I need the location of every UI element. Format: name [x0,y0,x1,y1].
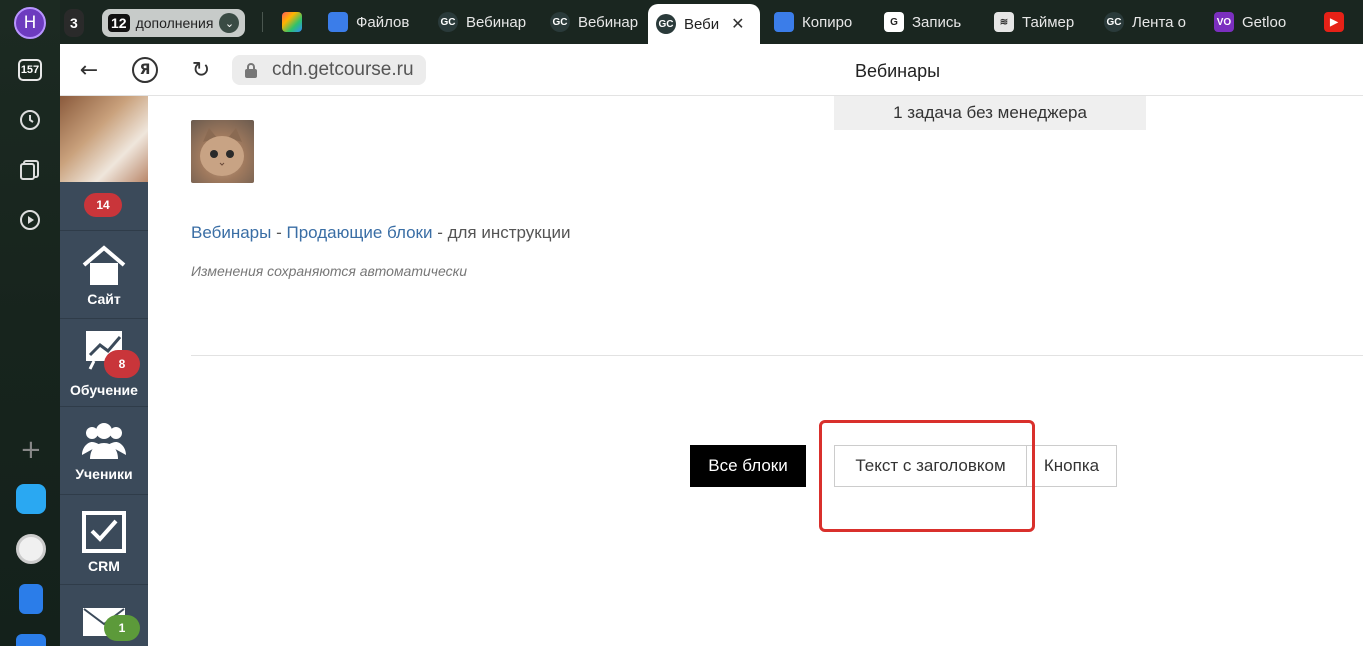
gc-sidebar: 14 Сайт 8 Обучение Ученики CRM 1 [60,96,148,646]
tab-group-a-count: 3 [70,15,78,31]
main-content: 1 задача без менеджера Вебинары - Продаю… [148,96,1363,646]
sidebar-item-crm[interactable]: CRM [60,494,148,584]
sidebar-item-label: Сайт [87,291,121,307]
breadcrumb-separator: - [432,223,448,242]
collections-icon[interactable] [18,158,42,182]
tab-label: Запись [912,13,962,31]
vo-icon: VO [1214,12,1234,32]
youtube-icon: ▶ [1324,12,1344,32]
tab-group-extensions[interactable]: 12 дополнения ⌄ [102,9,246,37]
breadcrumb: Вебинары - Продающие блоки - для инструк… [191,223,570,243]
gc-icon: GC [1104,12,1124,32]
profile-avatar[interactable]: Н [14,7,46,39]
sidebar-item-site[interactable]: Сайт [60,230,148,318]
tab-label: Лента о [1132,13,1187,31]
tab-8[interactable]: GC Лента о [1096,4,1200,40]
tab-separator [262,12,263,32]
tab-label: Файлов [356,13,410,31]
breadcrumb-link-webinars[interactable]: Вебинары [191,223,271,242]
home-icon [82,245,126,285]
tab-label: Getloo [1242,13,1287,31]
url-text: cdn.getcourse.ru [272,59,414,80]
sidebar-item-messages[interactable]: 1 [60,584,148,646]
tab-7[interactable]: ≋ Таймер [986,4,1090,40]
breadcrumb-link-selling-blocks[interactable]: Продающие блоки [286,223,432,242]
docs-icon [774,12,794,32]
app-icon-partial[interactable] [16,634,46,646]
breadcrumb-separator: - [271,223,287,242]
messages-badge: 1 [104,615,140,641]
tab-label: Веби [684,15,720,33]
gc-icon: GC [550,12,570,32]
tab-label: Копиро [802,13,853,31]
layers-icon: ≋ [994,12,1014,32]
browser-toolbar: ← Я ↻ cdn.getcourse.ru Вебинары [60,44,1363,96]
tab-10[interactable]: ▶ [1316,4,1363,40]
g-icon: G [884,12,904,32]
tab-label: Вебинар [578,13,639,31]
docs-app-icon[interactable] [19,584,43,614]
tab-9[interactable]: VO Getloo [1206,4,1310,40]
chevron-down-icon[interactable]: ⌄ [219,13,240,33]
all-blocks-button[interactable]: Все блоки [690,445,806,487]
sidebar-item-label: CRM [88,558,120,574]
address-bar[interactable]: cdn.getcourse.ru [232,55,426,85]
tab-strip: 3 12 дополнения ⌄ Файлов GC Вебинар GC В… [60,0,1363,44]
back-arrow-icon[interactable]: ← [76,57,102,83]
badge-app-icon[interactable] [16,534,46,564]
tab-1[interactable]: Файлов [320,4,424,40]
add-panel-icon[interactable]: + [20,437,42,463]
sidebar-item-label: Обучение [70,382,138,398]
notification-badge[interactable]: 14 [84,193,122,217]
tab-group-a[interactable]: 3 [64,9,84,37]
history-icon[interactable] [18,108,42,132]
pinned-tab[interactable] [274,4,314,40]
kitten-image [191,120,254,183]
gc-icon: GC [438,12,458,32]
breadcrumb-current: для инструкции [447,223,571,242]
button-block-button[interactable]: Кнопка [1026,445,1117,487]
users-icon [82,423,126,459]
browser-side-rail: Н 157 + [0,0,60,646]
messenger-app-icon[interactable] [16,484,46,514]
divider [191,355,1363,356]
tab-3[interactable]: GC Вебинар [542,4,646,40]
play-icon[interactable] [18,208,42,232]
learning-badge: 8 [104,350,140,378]
tab-group-count: 12 [108,14,130,32]
tab-5[interactable]: Копиро [766,4,870,40]
tab-counter-button[interactable]: 157 [18,59,42,81]
task-status-box[interactable]: 1 задача без менеджера [834,96,1146,130]
tab-6[interactable]: G Запись [876,4,980,40]
close-icon[interactable]: ✕ [731,14,744,34]
gc-icon: GC [656,14,676,34]
highlight-annotation [819,420,1035,532]
tab-label: Таймер [1022,13,1075,31]
colorful-app-icon [282,12,302,32]
reload-icon[interactable]: ↻ [188,57,214,83]
sidebar-item-learning[interactable]: 8 Обучение [60,318,148,406]
tab-2[interactable]: GC Вебинар [430,4,534,40]
tab-group-label: дополнения [135,15,214,31]
tab-label: Вебинар [466,13,527,31]
user-avatar[interactable] [60,96,148,182]
docs-icon [328,12,348,32]
checkbox-icon [82,511,126,553]
tab-active[interactable]: GC Веби ✕ [648,4,760,44]
lock-icon[interactable] [244,62,258,78]
autosave-note: Изменения сохраняются автоматически [191,263,468,279]
sidebar-item-students[interactable]: Ученики [60,406,148,494]
sidebar-item-label: Ученики [75,466,133,482]
yandex-icon[interactable]: Я [132,57,158,83]
page-title: Вебинары [855,61,941,81]
